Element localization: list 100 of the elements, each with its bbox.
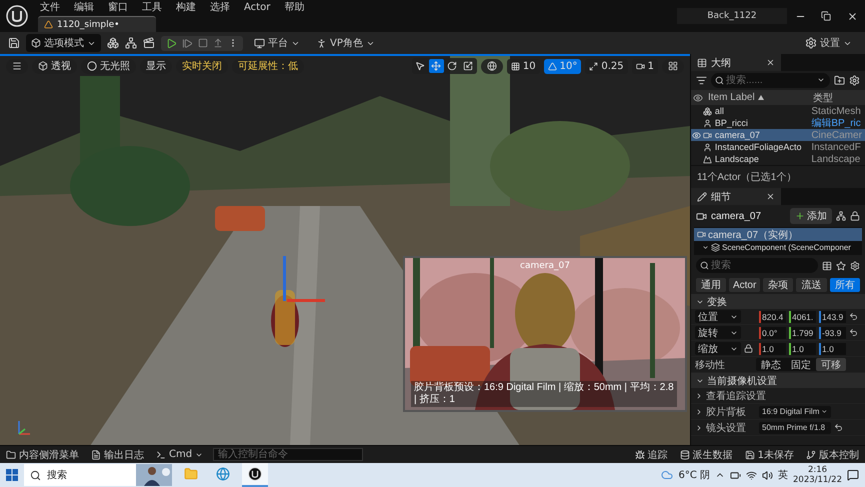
number-field[interactable]: 1.0 xyxy=(789,342,816,354)
close-icon xyxy=(766,192,775,201)
actor-name: camera_07 xyxy=(711,210,762,222)
status-button[interactable]: 1未保存 xyxy=(742,448,796,462)
number-field[interactable]: 143.9 xyxy=(819,310,846,322)
number-field[interactable]: -93.9 xyxy=(819,326,846,338)
platform-dropdown[interactable]: 平台 xyxy=(249,34,305,52)
search-field[interactable]: 搜索...... xyxy=(711,73,830,88)
clock-time: 2:16 xyxy=(808,465,828,475)
value-dropdown[interactable]: 50mm Prime f/1.8 xyxy=(759,422,831,434)
log-icon xyxy=(91,450,101,460)
trace-icon xyxy=(634,450,645,460)
logo-icon xyxy=(6,5,28,27)
stop-icon xyxy=(198,38,208,48)
close-icon xyxy=(846,10,858,22)
number-field[interactable]: 1.0 xyxy=(759,342,786,354)
menu-item[interactable]: 窗口 xyxy=(108,0,128,14)
section-header[interactable]: 当前摄像机设置 xyxy=(691,373,865,388)
outliner-row[interactable]: InstancedFoliageActo InstancedF xyxy=(691,141,865,153)
column-header[interactable]: Item Label xyxy=(708,92,755,103)
filter-tab[interactable]: 通用 xyxy=(696,278,726,292)
mode-dropdown[interactable]: 选项模式 xyxy=(26,34,101,52)
component-item[interactable]: camera_07（实例） xyxy=(694,228,862,241)
actor-icon xyxy=(702,118,712,128)
add-actor-icon xyxy=(107,37,119,49)
menu-item[interactable]: 选择 xyxy=(210,0,230,14)
settings-button[interactable]: 设置 xyxy=(800,34,857,52)
filter-tab[interactable]: 所有 xyxy=(830,278,860,292)
property-dropdown[interactable]: 位置 xyxy=(695,310,741,323)
menu-item[interactable]: 工具 xyxy=(142,0,162,14)
database-icon xyxy=(680,450,690,460)
taskbar-app[interactable] xyxy=(242,463,268,487)
console-field[interactable]: 输入控制台命令 xyxy=(213,448,364,461)
number-field[interactable]: 1.799 xyxy=(789,326,816,338)
property-label: 查看追踪设置 xyxy=(706,390,767,402)
mode-icon xyxy=(31,38,41,48)
cmd-dropdown[interactable]: Cmd xyxy=(154,449,206,460)
mobility-option[interactable]: 可移 xyxy=(816,358,846,371)
status-button[interactable]: 版本控制 xyxy=(804,448,861,462)
play-icon xyxy=(166,38,177,48)
cinematics-icon xyxy=(143,37,155,49)
clock-date: 2023/11/22 xyxy=(793,475,842,485)
property-dropdown[interactable]: 旋转 xyxy=(695,326,741,339)
reset-icon[interactable] xyxy=(849,312,858,321)
settings-icon xyxy=(805,37,817,49)
filter-tab[interactable]: Actor xyxy=(729,278,760,292)
eject-icon xyxy=(213,38,223,48)
menu-item[interactable]: 文件 xyxy=(40,0,60,14)
menu-item[interactable]: 编辑 xyxy=(74,0,94,14)
value-dropdown[interactable]: 16:9 Digital Film xyxy=(759,406,831,418)
pencil-icon xyxy=(697,192,707,202)
menu-item[interactable]: 构建 xyxy=(176,0,196,14)
warning-icon xyxy=(44,20,53,29)
save-icon xyxy=(744,450,755,460)
panel-tab[interactable]: 细节 xyxy=(691,188,781,205)
save-icon xyxy=(8,37,20,49)
property-dropdown[interactable]: 缩放 xyxy=(695,342,741,355)
outliner-row[interactable]: camera_07 CineCamer xyxy=(691,129,865,141)
component-item[interactable]: SceneComponent (SceneComponer xyxy=(694,241,862,254)
search-icon xyxy=(30,470,41,480)
status-button[interactable]: 追踪 xyxy=(632,448,670,462)
filter-tab[interactable]: 杂项 xyxy=(762,278,794,292)
reset-icon[interactable] xyxy=(849,328,858,337)
add-button[interactable]: 添加 xyxy=(790,208,832,224)
number-field[interactable]: 820.4 xyxy=(759,310,786,322)
outliner-row[interactable]: Landscape Landscape xyxy=(691,153,865,165)
status-button[interactable]: 内容侧滑菜单 xyxy=(4,448,81,462)
vp-dropdown[interactable]: VP角色 xyxy=(311,34,380,52)
document-tab[interactable]: 1120_simple• xyxy=(38,16,156,32)
number-field[interactable]: 4061. xyxy=(789,310,816,322)
actor-icon xyxy=(702,142,712,152)
mobility-option[interactable]: 固定 xyxy=(786,358,816,371)
outliner-row[interactable]: all StaticMesh xyxy=(691,105,865,117)
language-indicator[interactable]: 英 xyxy=(778,468,788,482)
settings-icon xyxy=(849,75,860,86)
panel-title: 细节 xyxy=(711,190,732,204)
notification-icon xyxy=(847,469,859,481)
status-button[interactable]: 派生数据 xyxy=(678,448,735,462)
menu-item[interactable]: Actor xyxy=(244,2,270,12)
filter-tab[interactable]: 流送 xyxy=(796,278,827,292)
status-button[interactable]: 输出日志 xyxy=(89,448,146,462)
lock-icon[interactable] xyxy=(744,344,753,353)
folder-icon xyxy=(834,75,845,86)
search-icon xyxy=(715,76,724,85)
section-header[interactable]: 变换 xyxy=(691,294,865,309)
mobility-option[interactable]: 静态 xyxy=(756,358,786,371)
taskbar-search[interactable]: 搜索 xyxy=(24,464,172,486)
mountain-icon xyxy=(702,154,712,164)
column-header[interactable]: 类型 xyxy=(813,90,833,104)
windows-icon xyxy=(6,469,18,481)
menu-item[interactable]: 帮助 xyxy=(284,0,304,14)
outliner-row[interactable]: BP_ricci 编辑BP_ric xyxy=(691,117,865,129)
platform-icon xyxy=(254,38,265,48)
reset-icon[interactable] xyxy=(834,423,843,432)
number-field[interactable]: 1.0 xyxy=(819,342,846,354)
panel-tab[interactable]: 大纲 xyxy=(691,54,781,71)
search-field[interactable]: 搜索 xyxy=(696,258,818,273)
number-field[interactable]: 0.0° xyxy=(759,326,786,338)
star-icon xyxy=(836,260,846,270)
eye-icon[interactable] xyxy=(692,130,702,140)
